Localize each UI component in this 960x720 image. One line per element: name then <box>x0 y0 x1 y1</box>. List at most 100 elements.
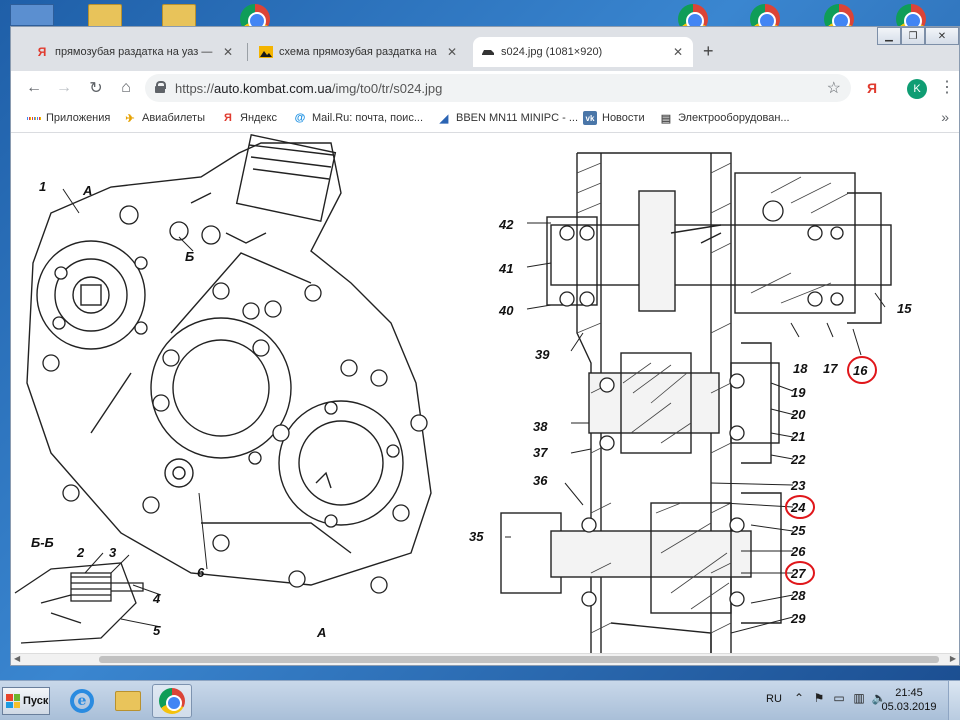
profile-avatar[interactable]: K <box>907 79 927 99</box>
plane-icon: ✈ <box>125 112 135 125</box>
taskbar-explorer-button[interactable] <box>108 684 148 718</box>
lock-icon <box>155 81 166 93</box>
label-36: 36 <box>533 473 548 488</box>
scroll-left-icon[interactable]: ◀ <box>14 654 20 663</box>
browser-toolbar: ← → ↻ ⌂ https://auto.kombat.com.ua/img/t… <box>11 71 959 105</box>
label-39: 39 <box>535 347 550 362</box>
back-button[interactable]: ← <box>23 77 45 99</box>
taskbar-ie-button[interactable]: e <box>62 684 102 718</box>
yandex-extension-icon[interactable]: Я <box>867 80 877 96</box>
label-29: 29 <box>790 611 806 626</box>
system-tray: ⌃ ⚑ ▭ ▥ 🔈 <box>792 691 887 705</box>
tab-image-search[interactable]: схема прямозубая раздатка на уаз ✕ <box>251 37 467 67</box>
image-viewport[interactable]: 1 А Б 6 Б-Б 2 3 4 5 А 42 41 40 39 38 37 … <box>11 133 959 653</box>
maximize-button[interactable]: ❐ <box>901 27 925 45</box>
clock-date: 05.03.2019 <box>881 701 937 713</box>
bookmark-mailru[interactable]: @ Mail.Ru: почта, поис... <box>293 111 423 125</box>
browser-window: Я прямозубая раздатка на уаз — Ян ✕ схем… <box>10 26 960 666</box>
tab-title: s024.jpg (1081×920) <box>501 46 603 58</box>
folder-icon <box>115 691 141 711</box>
label-25: 25 <box>790 523 806 538</box>
close-icon[interactable]: ✕ <box>221 45 235 59</box>
scroll-right-icon[interactable]: ▶ <box>950 654 956 663</box>
left-bolt-heads <box>42 205 428 594</box>
show-desktop-button[interactable] <box>948 681 960 720</box>
label-42: 42 <box>498 217 514 232</box>
desktop-computer-icon[interactable] <box>10 4 54 26</box>
yandex-favicon-icon: Я <box>37 45 47 59</box>
menu-kebab-icon[interactable]: ⋮ <box>939 77 955 97</box>
bookmark-electro[interactable]: ▤ Электрооборудован... <box>659 111 790 125</box>
tray-expand-icon[interactable]: ⌃ <box>792 691 806 705</box>
label-17: 17 <box>823 361 838 376</box>
bookmark-bben[interactable]: ◢ BBEN MN11 MINIPC - ... <box>437 111 578 125</box>
label-section-bb: Б-Б <box>31 535 54 550</box>
bookmark-label: BBEN MN11 MINIPC - ... <box>456 112 579 124</box>
forward-button[interactable]: → <box>53 77 75 99</box>
bookmarks-bar: Приложения ✈ Авиабилеты Я Яндекс @ Mail.… <box>11 105 959 133</box>
clock-time: 21:45 <box>895 687 923 699</box>
monitor-icon[interactable]: ▭ <box>832 691 846 705</box>
label-a-bottom: А <box>316 625 326 640</box>
label-b: Б <box>185 249 194 264</box>
label-41: 41 <box>498 261 513 276</box>
bookmark-apps[interactable]: Приложения <box>26 111 110 125</box>
home-button[interactable]: ⌂ <box>115 77 137 99</box>
start-button[interactable]: Пуск <box>2 687 50 715</box>
address-bar[interactable]: https://auto.kombat.com.ua/img/to0/tr/s0… <box>145 74 851 102</box>
doc-icon: ▤ <box>660 112 672 125</box>
horizontal-scrollbar[interactable]: ◀ ▶ <box>11 653 959 665</box>
image-icon <box>259 45 273 59</box>
label-28: 28 <box>790 588 806 603</box>
mailru-icon: @ <box>294 112 306 124</box>
minimize-button[interactable]: ▁ <box>877 27 901 45</box>
windows-logo-icon <box>6 694 20 708</box>
label-2: 2 <box>76 545 85 560</box>
bookmark-yandex[interactable]: Я Яндекс <box>221 111 277 125</box>
right-section-drawing <box>500 152 892 653</box>
label-6: 6 <box>197 565 205 580</box>
label-15: 15 <box>897 301 912 316</box>
language-indicator[interactable]: RU <box>766 693 782 705</box>
label-5: 5 <box>153 623 161 638</box>
scrollbar-thumb[interactable] <box>99 656 939 663</box>
label-3: 3 <box>109 545 117 560</box>
taskbar: Пуск e RU ⌃ ⚑ ▭ ▥ 🔈 21:45 05.03.2019 <box>0 680 960 720</box>
network-icon[interactable]: ▥ <box>852 691 866 705</box>
bookmark-label: Авиабилеты <box>142 112 206 124</box>
label-16: 16 <box>853 363 868 378</box>
label-4: 4 <box>152 591 161 606</box>
yandex-icon: Я <box>224 112 232 124</box>
reload-button[interactable]: ↻ <box>85 77 107 99</box>
label-22: 22 <box>790 452 806 467</box>
chrome-icon <box>159 688 185 714</box>
bookmark-star-icon[interactable]: ☆ <box>827 78 841 98</box>
close-window-button[interactable]: ✕ <box>925 27 959 45</box>
action-center-flag-icon[interactable]: ⚑ <box>812 691 826 705</box>
system-clock[interactable]: 21:45 05.03.2019 <box>876 686 942 714</box>
new-tab-button[interactable]: + <box>703 41 714 62</box>
section-bb-drawing <box>14 562 144 644</box>
bookmark-label: Новости <box>602 112 645 124</box>
label-38: 38 <box>533 419 548 434</box>
tab-strip: Я прямозубая раздатка на уаз — Ян ✕ схем… <box>11 27 959 71</box>
close-icon[interactable]: ✕ <box>445 45 459 59</box>
url-path: /img/to0/tr/s024.jpg <box>331 80 443 96</box>
label-35: 35 <box>469 529 484 544</box>
label-27: 27 <box>790 566 806 581</box>
label-40: 40 <box>498 303 514 318</box>
url-scheme: https:// <box>175 80 215 96</box>
url-host: auto.kombat.com.ua <box>214 80 332 96</box>
more-bookmarks-icon[interactable]: » <box>941 109 949 125</box>
tab-title: прямозубая раздатка на уаз — Ян <box>55 46 215 58</box>
start-label: Пуск <box>23 695 49 707</box>
bookmark-label: Mail.Ru: почта, поис... <box>312 112 423 124</box>
bookmark-vk-news[interactable]: vk Новости <box>583 111 645 125</box>
bookmark-flights[interactable]: ✈ Авиабилеты <box>123 111 205 125</box>
taskbar-chrome-button[interactable] <box>152 684 192 718</box>
car-icon <box>481 45 495 59</box>
label-37: 37 <box>533 445 548 460</box>
tab-current-image[interactable]: s024.jpg (1081×920) ✕ <box>473 37 693 67</box>
close-icon[interactable]: ✕ <box>671 45 685 59</box>
tab-yandex-search[interactable]: Я прямозубая раздатка на уаз — Ян ✕ <box>27 37 243 67</box>
